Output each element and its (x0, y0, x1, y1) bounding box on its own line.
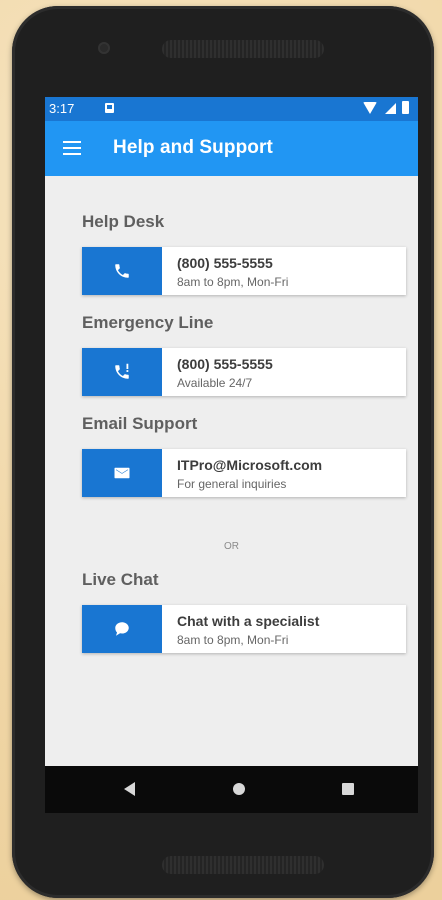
emergency-line-availability: Available 24/7 (177, 376, 253, 390)
status-bar: 3:17 (45, 97, 418, 121)
notification-icon (105, 103, 114, 113)
email-support-heading: Email Support (82, 414, 198, 433)
live-chat-card[interactable]: Chat with a specialist 8am to 8pm, Mon-F… (82, 605, 406, 653)
email-support-icon-tile (82, 449, 162, 497)
help-desk-phone: (800) 555-5555 (177, 255, 273, 271)
help-desk-card[interactable]: (800) 555-5555 8am to 8pm, Mon-Fri (82, 247, 406, 295)
signal-icon (385, 103, 396, 114)
live-chat-label: Chat with a specialist (177, 613, 320, 629)
battery-icon (402, 101, 409, 114)
phone-frame: 3:17 Help and Support Help Desk (800) 55… (12, 6, 434, 898)
page-title: Help and Support (113, 137, 273, 158)
email-support-card[interactable]: ITPro@Microsoft.com For general inquirie… (82, 449, 406, 497)
help-desk-heading: Help Desk (82, 212, 165, 231)
status-time: 3:17 (49, 101, 75, 116)
or-divider: OR (224, 541, 239, 552)
help-desk-hours: 8am to 8pm, Mon-Fri (177, 275, 289, 289)
phone-alert-icon (115, 363, 129, 379)
help-desk-icon-tile (82, 247, 162, 295)
emergency-line-phone: (800) 555-5555 (177, 356, 273, 372)
support-options: Help Desk (800) 555-5555 8am to 8pm, Mon… (45, 176, 418, 766)
live-chat-hours: 8am to 8pm, Mon-Fri (177, 633, 289, 647)
email-support-description: For general inquiries (177, 477, 287, 491)
screen: 3:17 Help and Support Help Desk (800) 55… (45, 97, 418, 813)
emergency-line-card[interactable]: (800) 555-5555 Available 24/7 (82, 348, 406, 396)
emergency-line-heading: Emergency Line (82, 313, 214, 332)
recent-apps-square-icon[interactable] (342, 783, 354, 795)
live-chat-icon-tile (82, 605, 162, 653)
bottom-speaker-grille (162, 856, 324, 874)
app-bar: Help and Support (45, 121, 418, 176)
system-navigation-bar (45, 766, 418, 813)
mail-icon (114, 467, 130, 479)
live-chat-heading: Live Chat (82, 570, 159, 589)
emergency-line-icon-tile (82, 348, 162, 396)
top-speaker-grille (162, 40, 324, 58)
support-email-address: ITPro@Microsoft.com (177, 457, 323, 473)
front-camera (98, 42, 110, 54)
back-triangle-icon[interactable] (124, 782, 135, 796)
chat-bubble-icon (115, 622, 129, 636)
phone-icon (115, 264, 129, 278)
hamburger-menu-icon[interactable] (63, 141, 81, 155)
wifi-icon (363, 102, 377, 114)
home-circle-icon[interactable] (233, 783, 245, 795)
